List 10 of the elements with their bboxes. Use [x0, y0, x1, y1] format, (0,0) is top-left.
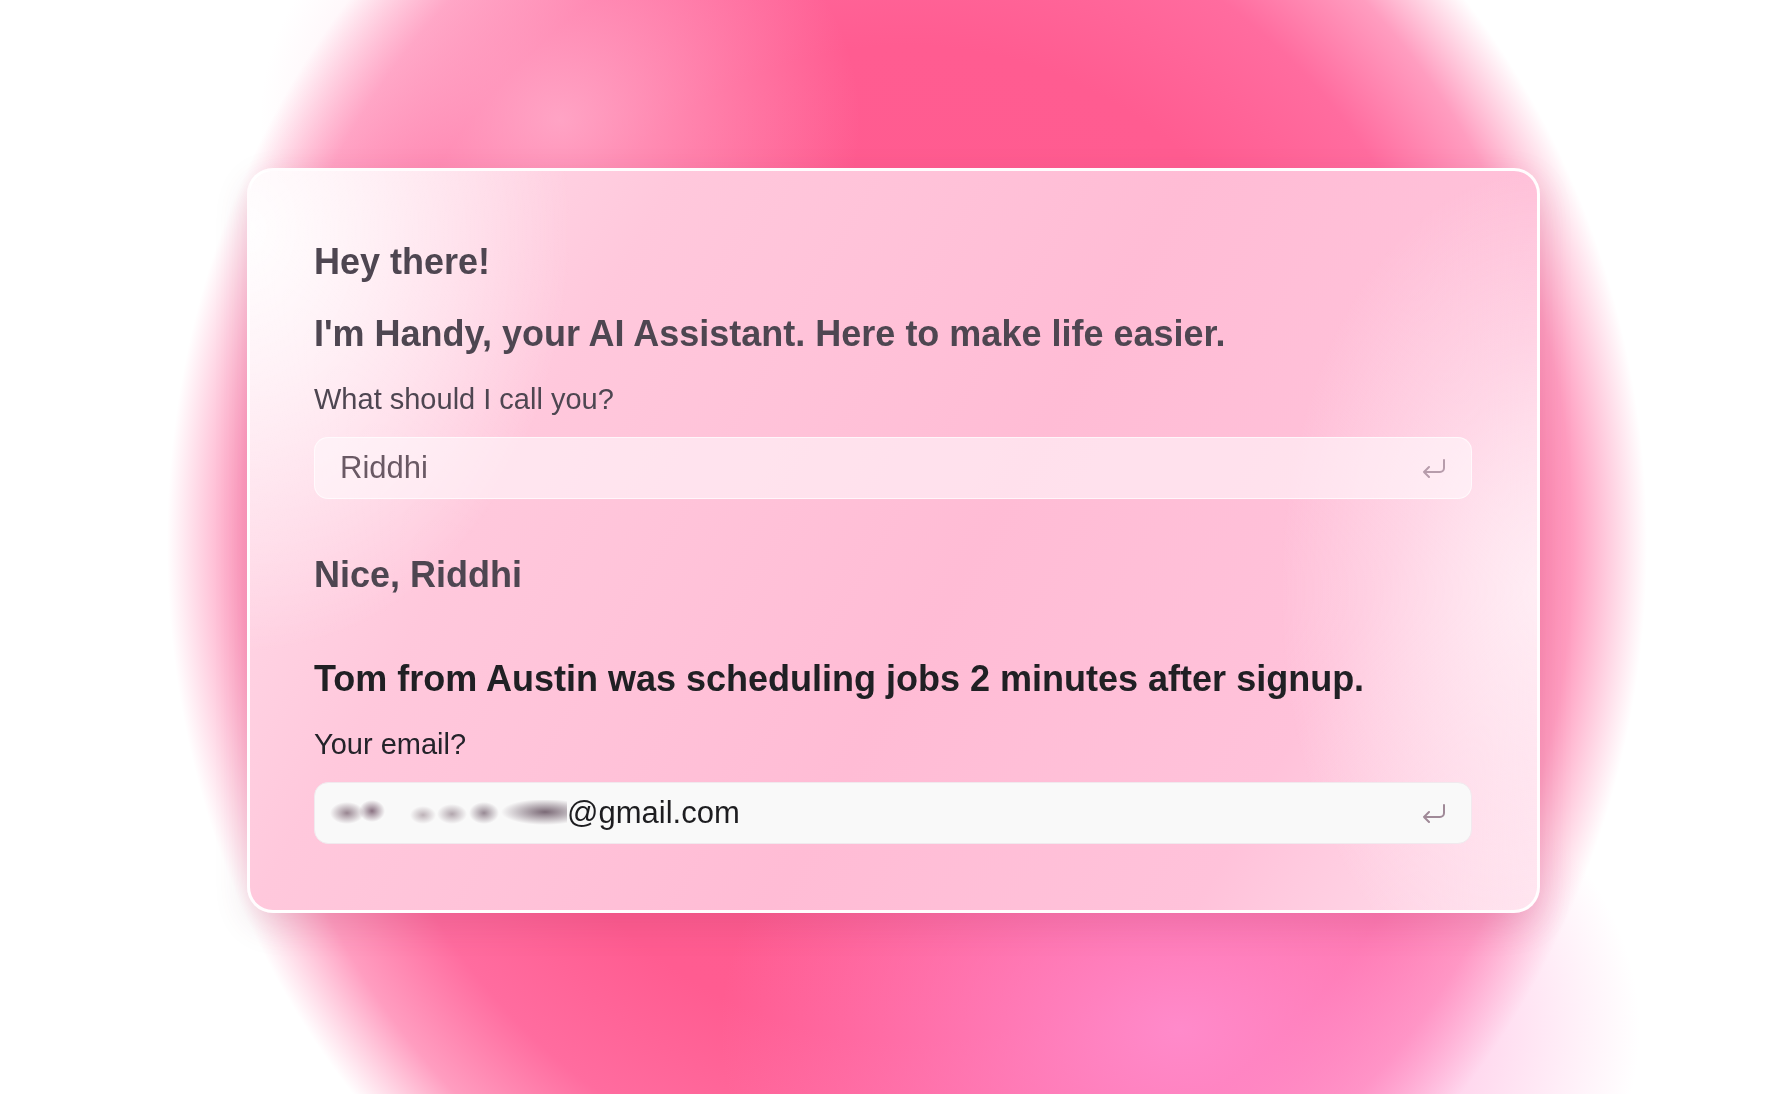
assistant-message: Tom from Austin was scheduling jobs 2 minutes after signup. [314, 658, 1365, 700]
question-label: Your email? [314, 728, 467, 760]
assistant-message: I'm Handy, your AI Assistant. Here to make life easier. [314, 313, 1226, 355]
assistant-message: Hey there! [314, 241, 491, 283]
answer-input[interactable]: @gmail.com [314, 782, 1472, 844]
reply-message: Nice, Riddhi [314, 554, 523, 596]
enter-icon[interactable] [1422, 458, 1446, 478]
answer-input[interactable]: Riddhi [314, 437, 1472, 499]
question-label: What should I call you? [314, 383, 614, 415]
enter-icon[interactable] [1422, 803, 1446, 823]
